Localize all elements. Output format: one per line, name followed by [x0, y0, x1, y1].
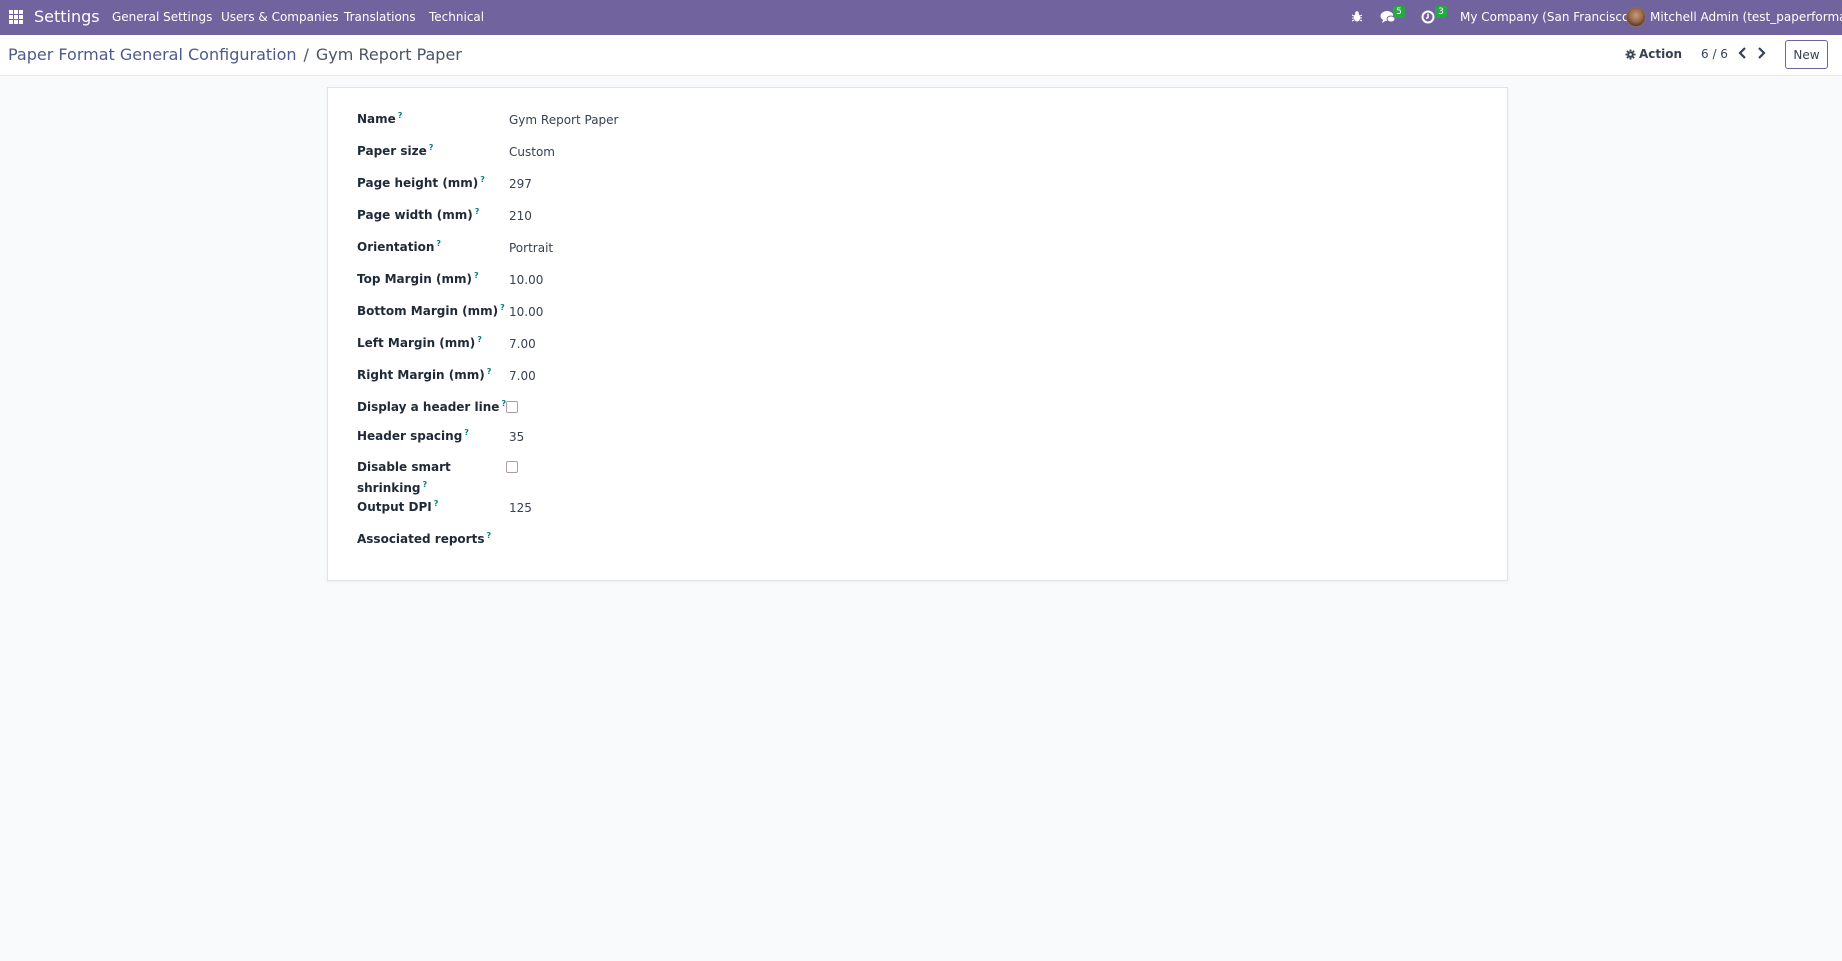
field-label-page-width: Page width (mm)?	[357, 207, 480, 222]
chevron-right-icon[interactable]	[1755, 46, 1767, 60]
activities-badge: 3	[1435, 6, 1447, 18]
field-label-name: Name?	[357, 111, 403, 126]
apps-grid-icon[interactable]	[9, 10, 23, 24]
top-margin-field[interactable]: 10.00	[509, 273, 543, 287]
header-spacing-field[interactable]: 35	[509, 430, 524, 444]
field-label-bottom-margin: Bottom Margin (mm)?	[357, 303, 505, 318]
help-icon[interactable]: ?	[500, 303, 505, 312]
control-panel: Paper Format General Configuration / Gym R…	[0, 35, 1842, 76]
user-menu[interactable]: Mitchell Admin (test_paperformat)	[1650, 10, 1842, 24]
clock-icon[interactable]	[1421, 10, 1435, 24]
action-button[interactable]: Action	[1625, 47, 1682, 61]
gear-icon	[1625, 48, 1636, 60]
menu-technical[interactable]: Technical	[429, 10, 484, 24]
help-icon[interactable]: ?	[423, 480, 428, 489]
field-label-header-spacing: Header spacing?	[357, 428, 469, 443]
help-icon[interactable]: ?	[487, 367, 492, 376]
company-switcher[interactable]: My Company (San Francisco)	[1460, 10, 1634, 24]
disable-shrinking-checkbox[interactable]	[506, 461, 518, 473]
field-label-output-dpi: Output DPI?	[357, 499, 439, 514]
new-button[interactable]: New	[1785, 40, 1828, 69]
right-margin-field[interactable]: 7.00	[509, 369, 536, 383]
orientation-field[interactable]: Portrait	[509, 241, 553, 255]
chevron-left-icon[interactable]	[1737, 46, 1749, 60]
paper-size-field[interactable]: Custom	[509, 145, 555, 159]
user-avatar[interactable]	[1626, 7, 1646, 27]
field-label-top-margin: Top Margin (mm)?	[357, 271, 479, 286]
help-icon[interactable]: ?	[480, 175, 485, 184]
header-line-checkbox[interactable]	[506, 401, 518, 413]
name-field[interactable]: Gym Report Paper	[509, 113, 618, 127]
field-label-header-line: Display a header line?	[357, 399, 507, 414]
form-sheet: Name? Gym Report Paper Paper size? Custo…	[327, 87, 1508, 581]
action-label: Action	[1639, 47, 1683, 61]
help-icon[interactable]: ?	[475, 207, 480, 216]
messages-badge: 5	[1393, 6, 1405, 18]
field-label-left-margin: Left Margin (mm)?	[357, 335, 482, 350]
bug-icon[interactable]	[1351, 10, 1363, 23]
menu-users-companies[interactable]: Users & Companies	[221, 10, 339, 24]
app-name[interactable]: Settings	[34, 7, 100, 26]
field-label-disable-shrinking: Disable smart shrinking?	[357, 460, 451, 495]
help-icon[interactable]: ?	[486, 531, 491, 540]
help-icon[interactable]: ?	[434, 499, 439, 508]
pager-value[interactable]: 6 / 6	[1701, 47, 1728, 61]
breadcrumb-current: Gym Report Paper	[315, 45, 462, 64]
breadcrumb: Paper Format General Configuration / Gym R…	[8, 45, 462, 64]
field-label-right-margin: Right Margin (mm)?	[357, 367, 492, 382]
help-icon[interactable]: ?	[429, 143, 434, 152]
field-label-orientation: Orientation?	[357, 239, 442, 254]
left-margin-field[interactable]: 7.00	[509, 337, 536, 351]
help-icon[interactable]: ?	[398, 111, 403, 120]
top-navbar: Settings General Settings Users & Compan…	[0, 0, 1842, 35]
help-icon[interactable]: ?	[464, 428, 469, 437]
page-width-field[interactable]: 210	[509, 209, 532, 223]
field-label-paper-size: Paper size?	[357, 143, 434, 158]
field-label-associated-reports: Associated reports?	[357, 531, 492, 546]
bottom-margin-field[interactable]: 10.00	[509, 305, 543, 319]
breadcrumb-parent[interactable]: Paper Format General Configuration	[8, 45, 297, 64]
menu-general-settings[interactable]: General Settings	[112, 10, 212, 24]
help-icon[interactable]: ?	[474, 271, 479, 280]
output-dpi-field[interactable]: 125	[509, 501, 532, 515]
help-icon[interactable]: ?	[436, 239, 441, 248]
field-label-page-height: Page height (mm)?	[357, 175, 485, 190]
breadcrumb-separator: /	[303, 45, 309, 64]
help-icon[interactable]: ?	[477, 335, 482, 344]
page-height-field[interactable]: 297	[509, 177, 532, 191]
menu-translations[interactable]: Translations	[344, 10, 416, 24]
